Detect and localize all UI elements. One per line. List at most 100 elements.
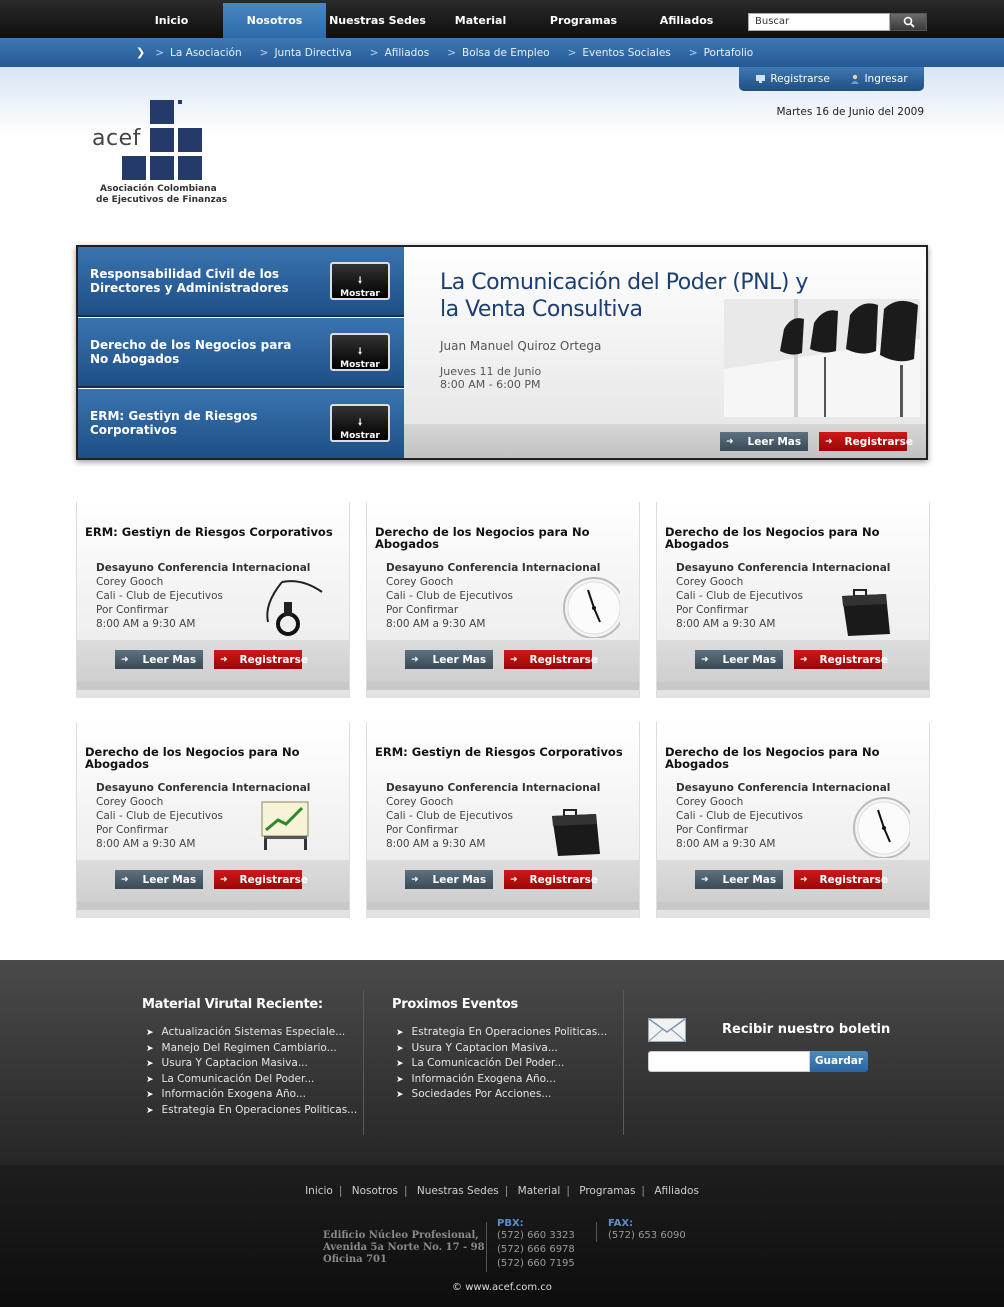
slide-tab[interactable]: ERM: Gestiyn de Riesgos Corporativos 🠗 Mo… (78, 389, 404, 458)
arrow-right-icon: ➜ (726, 436, 734, 447)
copyright: © www.acef.com.co (452, 1282, 552, 1293)
subnav-label: Bolsa de Empleo (462, 46, 550, 59)
newsletter-email-field[interactable] (648, 1051, 810, 1072)
logo-text: acef (92, 126, 141, 151)
arrow-right-icon: ➜ (510, 654, 518, 665)
site-logo[interactable]: acef Asociación Colombiana de Ejecutivos… (88, 100, 238, 212)
logo-tagline: Asociación Colombiana (100, 184, 217, 194)
read-more-button[interactable]: ➜ Leer Mas (695, 870, 783, 889)
footer-nav-inicio[interactable]: Inicio (305, 1185, 333, 1197)
read-more-button[interactable]: ➜ Leer Mas (115, 650, 203, 669)
register-button[interactable]: ➜ Registrarse (504, 650, 598, 669)
register-label: Registrarse (529, 653, 598, 666)
footer-list-item[interactable]: ➤ La Comunicación Del Poder... (146, 1073, 314, 1085)
event-card: Derecho de los Negocios para No Abogados… (656, 722, 930, 918)
footer-list-item[interactable]: ➤ Sociedades Por Acciones... (396, 1088, 551, 1100)
register-button[interactable]: ➜ Registrarse (214, 650, 308, 669)
arrow-right-icon: ➜ (411, 654, 419, 665)
search-input[interactable]: Buscar (748, 13, 890, 31)
read-more-label: Leer Mas (142, 653, 197, 666)
subnav-afiliados[interactable]: > Afiliados (370, 47, 429, 59)
featured-slider: Responsabilidad Civil de los Directores … (76, 245, 928, 460)
nav-afiliados[interactable]: Afiliados (635, 3, 738, 38)
footer-list-item[interactable]: ➤ La Comunicación Del Poder... (396, 1057, 564, 1069)
nav-nuestras-sedes[interactable]: Nuestras Sedes (326, 3, 429, 38)
newsletter-save-button[interactable]: Guardar (810, 1051, 868, 1072)
separator: | (404, 1185, 408, 1197)
footer-list-item[interactable]: ➤ Estrategia En Operaciones Politicas... (396, 1026, 607, 1038)
register-link[interactable]: Registrarse (755, 73, 830, 85)
slide-title: Responsabilidad Civil de los Directores … (90, 267, 289, 295)
show-button[interactable]: 🠗 Mostrar (330, 262, 390, 300)
card-footer (657, 682, 929, 690)
register-button[interactable]: ➜ Registrarse (819, 432, 913, 451)
footer-list-item[interactable]: ➤ Información Exogena Año... (396, 1073, 556, 1085)
footer-list-label: La Comunicación Del Poder... (161, 1072, 315, 1085)
card-action-bar: ➜ Leer Mas ➜ Registrarse (657, 640, 929, 682)
arrow-right-icon: ➜ (800, 874, 808, 885)
slide-tab[interactable]: Derecho de los Negocios para No Abogados… (78, 318, 404, 388)
footer-list-item[interactable]: ➤ Usura Y Captacion Masiva... (146, 1057, 308, 1069)
nav-nosotros[interactable]: Nosotros (223, 3, 326, 38)
footer-list-label: Usura Y Captacion Masiva... (161, 1057, 308, 1069)
card-speaker: Corey Gooch (96, 796, 164, 808)
footer-list-item[interactable]: ➤ Información Exogena Año... (146, 1088, 306, 1100)
footer-nav-nuestras-sedes[interactable]: Nuestras Sedes (417, 1185, 499, 1197)
card-title: Derecho de los Negocios para No Abogados (665, 525, 880, 551)
stethoscope-icon (252, 576, 330, 638)
register-label: Registrarse (819, 653, 888, 666)
envelope-icon (648, 1018, 686, 1042)
register-button[interactable]: ➜ Registrarse (504, 870, 598, 889)
footer-list-label: Actualización Sistemas Especiale... (161, 1026, 346, 1038)
arrow-right-icon: ➜ (510, 874, 518, 885)
footer-list-item[interactable]: ➤ Usura Y Captacion Masiva... (396, 1042, 558, 1054)
read-more-label: Leer Mas (142, 873, 197, 886)
register-button[interactable]: ➜ Registrarse (794, 650, 888, 669)
arrow-bullet-icon: ➤ (146, 1043, 154, 1054)
read-more-button[interactable]: ➜ Leer Mas (115, 870, 203, 889)
footer-nav-material[interactable]: Material (518, 1185, 561, 1197)
footer-list-label: Información Exogena Año... (411, 1072, 556, 1085)
separator: | (566, 1185, 570, 1197)
nav-material[interactable]: Material (429, 3, 532, 38)
pbx-label: PBX: (497, 1218, 524, 1229)
subnav-eventos-sociales[interactable]: > Eventos Sociales (568, 47, 671, 59)
card-time: 8:00 AM a 9:30 AM (676, 618, 776, 630)
subnav-junta-directiva[interactable]: > Junta Directiva (260, 47, 352, 59)
sub-nav: ❯ > La Asociación > Junta Directiva > Afili… (136, 38, 771, 67)
arrow-bullet-icon: ➤ (146, 1105, 154, 1116)
read-more-button[interactable]: ➜ Leer Mas (405, 870, 493, 889)
footer-list-item[interactable]: ➤ Estrategia En Operaciones Politicas... (146, 1104, 357, 1116)
register-button[interactable]: ➜ Registrarse (794, 870, 888, 889)
footer-list-item[interactable]: ➤ Manejo Del Regimen Cambiario... (146, 1042, 337, 1054)
footer-nav-nosotros[interactable]: Nosotros (352, 1185, 398, 1197)
read-more-button[interactable]: ➜ Leer Mas (405, 650, 493, 669)
read-more-button[interactable]: ➜ Leer Mas (720, 432, 808, 451)
login-link[interactable]: Ingresar (850, 73, 908, 85)
show-button[interactable]: 🠗 Mostrar (330, 333, 390, 371)
footer-nav-programas[interactable]: Programas (579, 1185, 635, 1197)
footer-nav-afiliados[interactable]: Afiliados (654, 1185, 699, 1197)
nav-inicio[interactable]: Inicio (120, 3, 223, 38)
register-label: Registrarse (529, 873, 598, 886)
slide-title: Derecho de los Negocios para No Abogados (90, 338, 292, 366)
sub-navbar: ❯ > La Asociación > Junta Directiva > Afili… (0, 38, 1004, 67)
search-button[interactable] (890, 13, 927, 31)
event-card: ERM: Gestiyn de Riesgos Corporativos Desa… (366, 722, 640, 918)
footer-list-item[interactable]: ➤ Actualización Sistemas Especiale... (146, 1026, 345, 1038)
card-title: Derecho de los Negocios para No Abogados (85, 745, 300, 771)
footer-list-label: Estrategia En Operaciones Politicas... (161, 1103, 358, 1116)
register-button[interactable]: ➜ Registrarse (214, 870, 308, 889)
slide-tab[interactable]: Responsabilidad Civil de los Directores … (78, 247, 404, 317)
read-more-label: Leer Mas (432, 873, 487, 886)
read-more-button[interactable]: ➜ Leer Mas (695, 650, 783, 669)
subnav-portafolio[interactable]: > Portafolio (689, 47, 753, 59)
card-speaker: Corey Gooch (386, 576, 454, 588)
subnav-bolsa-de-empleo[interactable]: > Bolsa de Empleo (447, 47, 549, 59)
card-status: Por Confirmar (386, 824, 459, 836)
conference-chairs-image (724, 299, 920, 417)
nav-programas[interactable]: Programas (532, 3, 635, 38)
show-button[interactable]: 🠗 Mostrar (330, 404, 390, 442)
subnav-la-asociacion[interactable]: > La Asociación (155, 47, 241, 59)
register-label: Registrarse (239, 653, 308, 666)
